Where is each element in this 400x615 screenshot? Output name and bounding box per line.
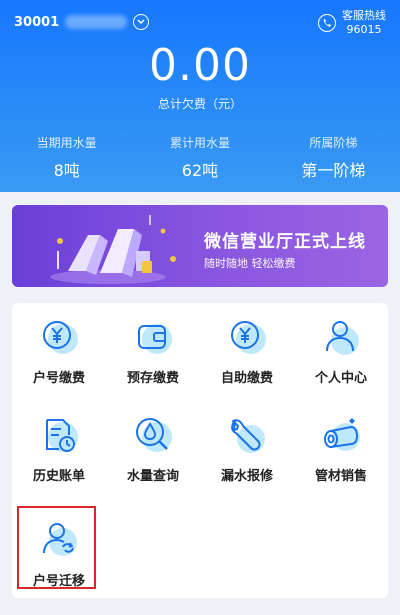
hotline-label: 客服热线: [342, 9, 386, 22]
stat-value: 第一阶梯: [301, 161, 366, 180]
stat-tier: 所属阶梯 第一阶梯: [267, 134, 400, 181]
phone-icon: [318, 14, 336, 32]
account-number: 30001: [14, 14, 60, 30]
stat-total-usage: 累计用水量 62吨: [133, 134, 266, 181]
menu-label: 管材销售: [314, 469, 367, 484]
account-header: 30001 客服热线 96015 0.00 总计欠费（元） 当期用水量 8吨 累…: [0, 0, 400, 192]
stat-value: 8吨: [53, 161, 80, 180]
yen-circle-icon: [43, 321, 78, 354]
usage-stats: 当期用水量 8吨 累计用水量 62吨 所属阶梯 第一阶梯: [0, 134, 400, 181]
menu-bill-history[interactable]: 历史账单: [12, 401, 106, 491]
menu-label: 户号缴费: [32, 371, 85, 386]
wrench-icon: [231, 419, 265, 453]
water-drop-search-icon: [136, 418, 172, 452]
menu-label: 预存缴费: [126, 371, 179, 386]
yen-circle-icon: [231, 321, 266, 354]
menu-leak-repair[interactable]: 漏水报修: [200, 401, 294, 491]
menu-water-query[interactable]: 水量查询: [106, 401, 200, 491]
stat-value: 62吨: [181, 161, 219, 180]
wallet-icon: [138, 324, 172, 354]
banner-title: 微信营业厅正式上线: [204, 232, 366, 252]
stat-current-usage: 当期用水量 8吨: [0, 134, 133, 181]
stat-label: 当期用水量: [36, 136, 97, 150]
banner-subtitle: 随时随地 轻松缴费: [204, 257, 296, 270]
arrears-amount: 0.00: [149, 40, 251, 91]
menu-label: 水量查询: [126, 469, 179, 484]
menu-label: 个人中心: [314, 371, 367, 386]
menu-prepay[interactable]: 预存缴费: [106, 303, 200, 393]
menu-label: 自助缴费: [220, 371, 273, 386]
menu-self-payment[interactable]: 自助缴费: [200, 303, 294, 393]
hotline-button[interactable]: 客服热线 96015: [318, 9, 386, 37]
bill-history-icon: [46, 419, 78, 452]
highlight-box: [17, 506, 96, 589]
arrears-label: 总计欠费（元）: [157, 97, 242, 111]
pipe-icon: [324, 418, 360, 451]
menu-label: 历史账单: [32, 469, 85, 484]
stat-label: 累计用水量: [169, 136, 230, 150]
banner-illustration: [50, 215, 176, 284]
account-number-masked: [65, 15, 128, 29]
user-icon: [326, 321, 359, 355]
menu-label: 漏水报修: [220, 469, 273, 484]
menu-personal-center[interactable]: 个人中心: [294, 303, 388, 393]
account-selector[interactable]: 30001: [14, 14, 150, 30]
stat-label: 所属阶梯: [309, 136, 358, 150]
chevron-down-icon[interactable]: [133, 14, 150, 30]
menu-account-payment[interactable]: 户号缴费: [12, 303, 106, 393]
menu-pipe-sales[interactable]: 管材销售: [294, 401, 388, 491]
hotline-number: 96015: [346, 23, 382, 36]
promo-banner[interactable]: 微信营业厅正式上线 随时随地 轻松缴费: [12, 205, 388, 287]
